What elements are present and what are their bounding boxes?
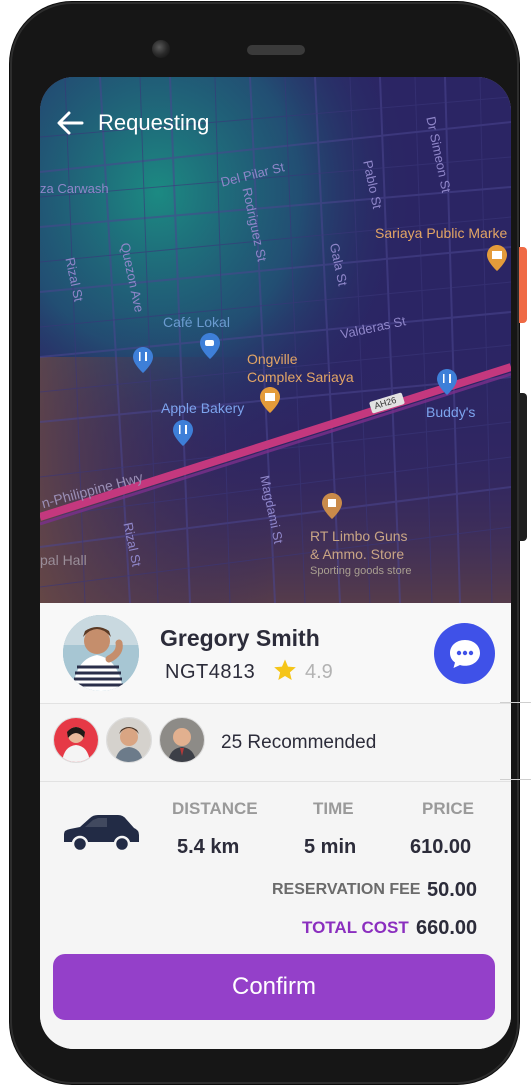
chat-button[interactable] xyxy=(434,623,495,684)
place-label: Buddy's xyxy=(426,404,476,420)
driver-card: Gregory Smith NGT4813 4.9 xyxy=(40,603,511,704)
map-view[interactable]: Del Pilar St Dr Simeon St Pablo St Rodri… xyxy=(40,77,511,603)
recommender-avatar xyxy=(106,717,152,763)
page-title: Requesting xyxy=(98,110,210,135)
place-label: za Carwash xyxy=(40,181,109,196)
map-pin-icon[interactable] xyxy=(173,420,193,446)
total-cost-value: 660.00 xyxy=(416,917,478,939)
total-cost-label: TOTAL COST xyxy=(302,918,409,937)
place-label: Sariaya Public Marke xyxy=(375,225,508,241)
phone-frame: Del Pilar St Dr Simeon St Pablo St Rodri… xyxy=(10,2,519,1084)
divider xyxy=(500,779,531,780)
earpiece-speaker xyxy=(247,45,305,55)
driver-name: Gregory Smith xyxy=(160,625,320,651)
time-value: 5 min xyxy=(304,836,357,858)
license-plate: NGT4813 xyxy=(165,661,256,683)
map-pin-icon[interactable] xyxy=(200,333,220,359)
car-icon xyxy=(64,815,139,852)
confirm-button[interactable]: Confirm xyxy=(53,954,495,1020)
place-label: Café Lokal xyxy=(163,314,230,330)
back-arrow-icon[interactable] xyxy=(54,107,86,139)
divider xyxy=(500,702,531,703)
map-pin-icon[interactable] xyxy=(260,387,280,413)
time-header: TIME xyxy=(313,799,354,818)
front-camera xyxy=(152,40,170,58)
volume-button xyxy=(519,393,527,541)
recommender-avatar xyxy=(159,717,205,763)
top-bar: Requesting xyxy=(54,107,209,139)
place-label: Complex Sariaya xyxy=(247,369,354,385)
place-label: Apple Bakery xyxy=(161,400,245,416)
place-label: & Ammo. Store xyxy=(310,546,405,562)
distance-header: DISTANCE xyxy=(172,799,258,818)
recommender-avatar xyxy=(53,717,99,763)
recommendations-row[interactable]: 25 Recommended xyxy=(40,704,511,782)
driver-avatar[interactable] xyxy=(63,615,139,691)
power-button xyxy=(519,247,527,323)
map-pin-icon[interactable] xyxy=(487,245,507,271)
price-header: PRICE xyxy=(422,799,474,818)
driver-rating: 4.9 xyxy=(305,661,333,683)
place-sublabel: Sporting goods store xyxy=(310,565,412,577)
place-label: RT Limbo Guns xyxy=(310,528,408,544)
star-icon xyxy=(274,659,296,680)
reservation-fee-value: 50.00 xyxy=(427,879,478,901)
app-screen: Del Pilar St Dr Simeon St Pablo St Rodri… xyxy=(40,77,511,1049)
map-pin-icon[interactable] xyxy=(437,369,457,395)
reservation-fee-label: RESERVATION FEE xyxy=(272,881,421,898)
place-label: Ongville xyxy=(247,351,298,367)
place-label: pal Hall xyxy=(40,552,87,568)
price-value: 610.00 xyxy=(410,836,472,858)
distance-value: 5.4 km xyxy=(177,836,240,858)
chat-bubble-icon xyxy=(449,639,480,668)
map-pin-icon[interactable] xyxy=(322,493,342,519)
recommendation-count: 25 Recommended xyxy=(221,732,377,753)
map-pin-icon[interactable] xyxy=(133,347,153,373)
